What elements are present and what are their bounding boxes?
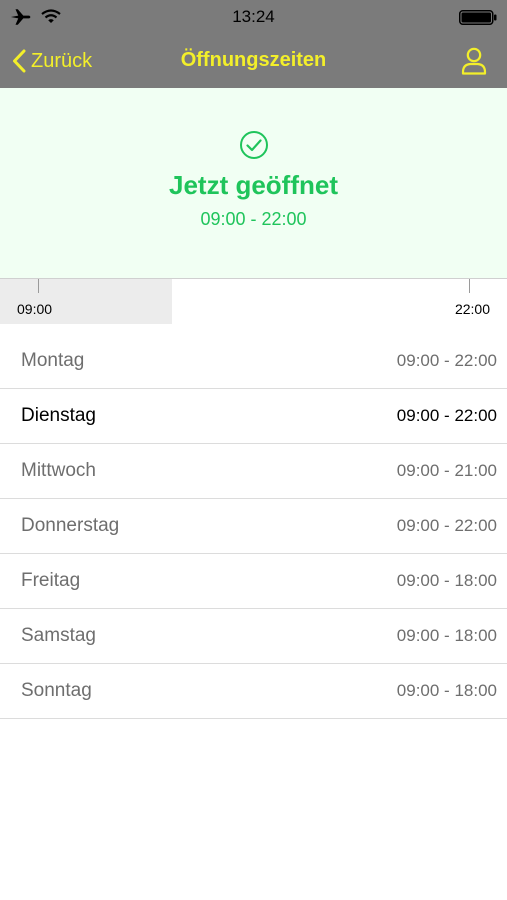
day-name: Sonntag xyxy=(21,680,92,701)
navigation-bar: Zurück Öffnungszeiten xyxy=(0,34,507,88)
timeline-start-tick xyxy=(38,279,39,293)
day-row: Dienstag 09:00 - 22:00 xyxy=(0,389,507,444)
status-time: 13:24 xyxy=(232,7,275,26)
weekly-hours-list: Montag 09:00 - 22:00 Dienstag 09:00 - 22… xyxy=(0,334,507,719)
day-row: Sonntag 09:00 - 18:00 xyxy=(0,664,507,719)
day-row: Mittwoch 09:00 - 21:00 xyxy=(0,444,507,499)
day-row: Samstag 09:00 - 18:00 xyxy=(0,609,507,664)
status-bar: 13:24 xyxy=(0,0,507,34)
day-name: Donnerstag xyxy=(21,515,120,536)
back-button-label: Zurück xyxy=(31,49,93,72)
back-button[interactable]: Zurück xyxy=(12,46,92,76)
chevron-left-icon xyxy=(13,49,26,73)
opening-hours-screen: 13:24 Zurück Öffnungszeiten Jetzt geöffn… xyxy=(0,0,507,900)
day-name: Samstag xyxy=(21,625,96,646)
timeline-end-label: 22:00 xyxy=(454,301,490,317)
day-hours: 09:00 - 21:00 xyxy=(396,461,497,480)
day-name: Montag xyxy=(21,350,85,371)
open-status-hours: 09:00 - 22:00 xyxy=(200,209,307,229)
day-name: Mittwoch xyxy=(21,460,96,481)
day-row: Donnerstag 09:00 - 22:00 xyxy=(0,499,507,554)
day-hours: 09:00 - 22:00 xyxy=(396,516,497,535)
open-status-heading: Jetzt geöffnet xyxy=(169,170,338,200)
day-hours: 09:00 - 22:00 xyxy=(396,351,497,370)
day-hours: 09:00 - 18:00 xyxy=(396,571,497,590)
day-hours: 09:00 - 18:00 xyxy=(396,681,497,700)
day-name: Dienstag xyxy=(21,405,96,426)
header: 13:24 Zurück Öffnungszeiten xyxy=(0,0,507,88)
checkmark-circle-icon xyxy=(240,131,268,159)
battery-icon xyxy=(459,10,497,25)
timeline-end-tick xyxy=(469,279,470,293)
day-row: Freitag 09:00 - 18:00 xyxy=(0,554,507,609)
day-row: Montag 09:00 - 22:00 xyxy=(0,334,507,389)
day-name: Freitag xyxy=(21,570,81,591)
day-hours: 09:00 - 22:00 xyxy=(396,406,497,425)
person-icon[interactable] xyxy=(460,46,488,76)
opening-timeline: 09:00 22:00 xyxy=(0,278,507,324)
day-hours: 09:00 - 18:00 xyxy=(396,626,497,645)
timeline-start-label: 09:00 xyxy=(17,301,53,317)
